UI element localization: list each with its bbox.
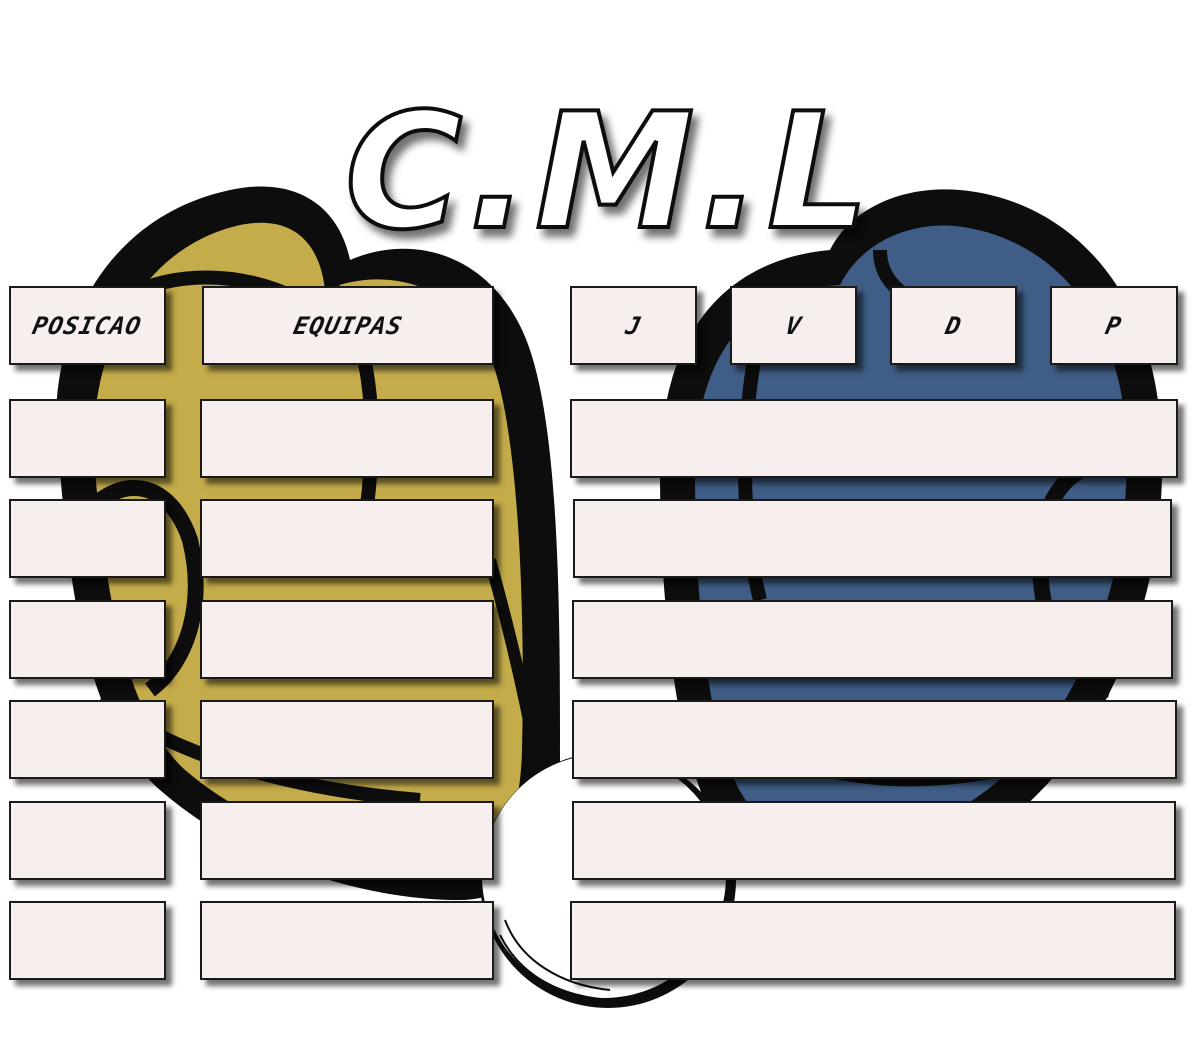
header-v: V — [730, 286, 857, 365]
row-4-posicao-cell — [9, 700, 166, 779]
row-4-stats-cell — [572, 700, 1177, 779]
row-5-equipa-cell — [200, 801, 494, 880]
header-d: D — [890, 286, 1017, 365]
row-3-equipa-cell — [200, 600, 494, 679]
header-j: J — [570, 286, 697, 365]
row-6-equipa-cell — [200, 901, 494, 980]
row-5-posicao-cell — [9, 801, 166, 880]
row-4-equipa-cell — [200, 700, 494, 779]
header-p: P — [1050, 286, 1178, 365]
header-equipas-label: EQUIPAS — [290, 311, 406, 340]
row-2-posicao-cell — [9, 499, 166, 578]
header-posicao-label: POSICAO — [30, 311, 145, 340]
row-1-stats-cell — [570, 399, 1178, 478]
title-text: C.M.L — [345, 78, 875, 252]
row-2-stats-cell — [573, 499, 1172, 578]
header-posicao: POSICAO — [9, 286, 166, 365]
row-3-stats-cell — [572, 600, 1173, 679]
header-v-label: V — [782, 311, 805, 340]
row-1-equipa-cell — [200, 399, 494, 478]
row-3-posicao-cell — [9, 600, 166, 679]
title-logo: C.M.L — [330, 72, 890, 267]
row-1-posicao-cell — [9, 399, 166, 478]
row-6-stats-cell — [570, 901, 1176, 980]
row-2-equipa-cell — [200, 499, 494, 578]
row-5-stats-cell — [572, 801, 1176, 880]
header-p-label: P — [1103, 311, 1125, 340]
header-j-label: J — [622, 311, 645, 340]
header-equipas: EQUIPAS — [202, 286, 494, 365]
row-6-posicao-cell — [9, 901, 166, 980]
header-d-label: D — [942, 311, 965, 340]
